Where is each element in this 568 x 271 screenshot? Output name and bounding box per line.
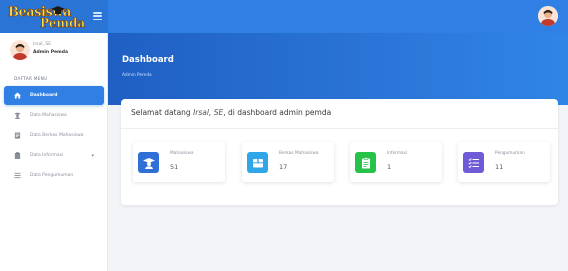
logo-word-2: Pemda xyxy=(40,16,86,31)
page-header: Dashboard Admin Pemda xyxy=(108,33,568,105)
stat-label: Mahasiswa xyxy=(170,151,194,156)
sidebar-item-data-mahasiswa[interactable]: Data Mahasiswa xyxy=(4,106,104,125)
stat-label: Pengumuman xyxy=(495,151,525,156)
stat-value: 51 xyxy=(170,163,179,171)
graduate-icon xyxy=(14,112,21,119)
divider xyxy=(121,128,558,129)
chevron-down-icon: ▾ xyxy=(91,153,94,159)
stat-value: 1 xyxy=(387,163,392,171)
stat-value: 11 xyxy=(495,163,504,171)
welcome-user-name: Irsal, SE xyxy=(193,108,224,117)
checklist-icon xyxy=(467,157,479,168)
sidebar-item-label: Dashboard xyxy=(30,93,58,98)
brand-logo[interactable]: Beasiswa Pemda xyxy=(6,4,92,31)
avatar xyxy=(10,40,30,60)
sidebar-item-label: Data Informasi xyxy=(30,153,64,158)
stat-card-pengumuman[interactable]: Pengumuman 11 xyxy=(458,142,550,182)
sidebar-menu: Dashboard Data Mahasiswa Data Berkas Mah… xyxy=(0,86,108,186)
stat-icon-box xyxy=(355,152,376,173)
sidebar-item-dashboard[interactable]: Dashboard xyxy=(4,86,104,105)
document-icon xyxy=(14,132,21,139)
sidebar-item-data-berkas-mahasiswa[interactable]: Data Berkas Mahasiswa xyxy=(4,126,104,145)
stat-card-informasi[interactable]: Informasi 1 xyxy=(350,142,442,182)
welcome-prefix: Selamat datang xyxy=(131,108,194,117)
sidebar-item-data-informasi[interactable]: Data Informasi ▾ xyxy=(4,146,104,165)
clipboard-icon xyxy=(361,156,370,168)
user-name: Irsal, SE xyxy=(33,42,52,47)
top-navbar: Beasiswa Pemda xyxy=(0,0,568,33)
stat-icon-box xyxy=(463,152,484,173)
stat-value: 17 xyxy=(279,163,288,171)
list-icon xyxy=(14,172,21,179)
user-avatar-icon xyxy=(10,40,30,60)
menu-toggle-icon[interactable] xyxy=(93,12,102,21)
graduate-icon xyxy=(142,157,155,169)
sidebar-item-label: Data Pengumuman xyxy=(30,173,74,178)
menu-title: DAFTAR MENU xyxy=(14,76,48,81)
dashboard-card: Selamat datang Irsal, SE, di dashboard a… xyxy=(121,99,558,205)
user-role: Admin Pemda xyxy=(33,50,69,55)
breadcrumb: Admin Pemda xyxy=(122,73,152,78)
welcome-message: Selamat datang Irsal, SE, di dashboard a… xyxy=(131,108,331,117)
welcome-suffix: , di dashboard admin pemda xyxy=(223,108,332,117)
stat-label: Informasi xyxy=(387,151,408,156)
sidebar-item-label: Data Mahasiswa xyxy=(30,113,67,118)
folder-icon xyxy=(252,158,263,167)
stat-icon-box xyxy=(247,152,268,173)
sidebar-item-label: Data Berkas Mahasiswa xyxy=(30,133,84,138)
user-avatar-icon xyxy=(538,6,558,26)
clipboard-icon xyxy=(14,152,21,159)
stat-card-berkas-mahasiswa[interactable]: Berkas Mahasiswa 17 xyxy=(242,142,334,182)
brand-area: Beasiswa Pemda xyxy=(0,0,108,33)
stat-label: Berkas Mahasiswa xyxy=(279,151,319,156)
sidebar-item-data-pengumuman[interactable]: Data Pengumuman xyxy=(4,166,104,185)
stat-card-mahasiswa[interactable]: Mahasiswa 51 xyxy=(133,142,225,182)
page-title: Dashboard xyxy=(122,55,174,65)
stat-icon-box xyxy=(138,152,159,173)
sidebar: Irsal, SE Admin Pemda DAFTAR MENU Dashbo… xyxy=(0,33,108,271)
profile-avatar[interactable] xyxy=(538,6,558,26)
home-icon xyxy=(14,92,21,99)
